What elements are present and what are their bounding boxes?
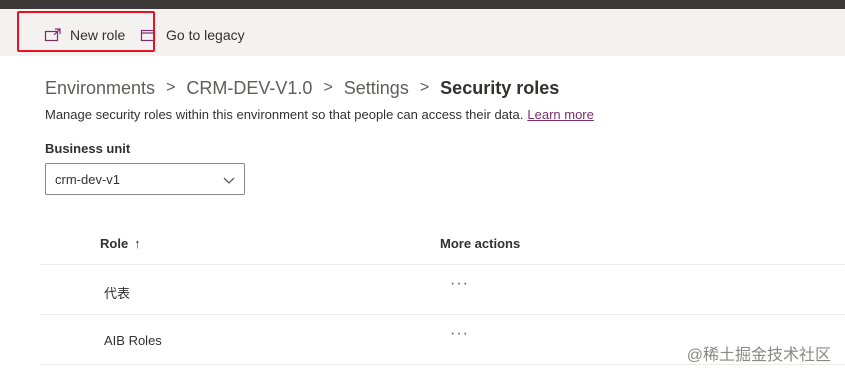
- breadcrumb: Environments > CRM-DEV-V1.0 > Settings >…: [45, 76, 559, 100]
- top-bar: [0, 0, 845, 9]
- breadcrumb-item-settings[interactable]: Settings: [344, 78, 409, 99]
- business-unit-label: Business unit: [45, 141, 131, 156]
- page-description: Manage security roles within this enviro…: [45, 107, 594, 122]
- role-name[interactable]: AIB Roles: [104, 333, 162, 348]
- more-actions-button[interactable]: ···: [450, 325, 469, 343]
- business-unit-value: crm-dev-v1: [55, 171, 121, 187]
- table-row[interactable]: 代表 ···: [40, 265, 845, 315]
- sort-ascending-icon: ↑: [134, 236, 141, 251]
- breadcrumb-item-environments[interactable]: Environments: [45, 78, 155, 99]
- business-unit-dropdown[interactable]: crm-dev-v1: [45, 163, 245, 195]
- column-role-label: Role: [100, 236, 129, 251]
- page-title: Security roles: [440, 77, 560, 98]
- highlight-box: [17, 11, 155, 52]
- role-name[interactable]: 代表: [104, 283, 130, 302]
- description-text: Manage security roles within this enviro…: [45, 107, 524, 122]
- breadcrumb-item-environment[interactable]: CRM-DEV-V1.0: [186, 78, 312, 99]
- column-header-more-actions: More actions: [440, 236, 521, 251]
- watermark: @稀土掘金技术社区: [686, 347, 831, 364]
- learn-more-link[interactable]: Learn more: [527, 107, 593, 122]
- chevron-down-icon: [222, 173, 236, 187]
- column-header-role[interactable]: Role ↑: [100, 236, 141, 251]
- breadcrumb-separator: >: [419, 79, 430, 96]
- go-to-legacy-label: Go to legacy: [166, 27, 245, 43]
- breadcrumb-separator: >: [166, 79, 176, 96]
- table-header: Role ↑ More actions: [40, 222, 845, 265]
- more-actions-button[interactable]: ···: [450, 275, 469, 293]
- breadcrumb-separator: >: [323, 79, 333, 96]
- go-to-legacy-button[interactable]: Go to legacy: [140, 25, 245, 45]
